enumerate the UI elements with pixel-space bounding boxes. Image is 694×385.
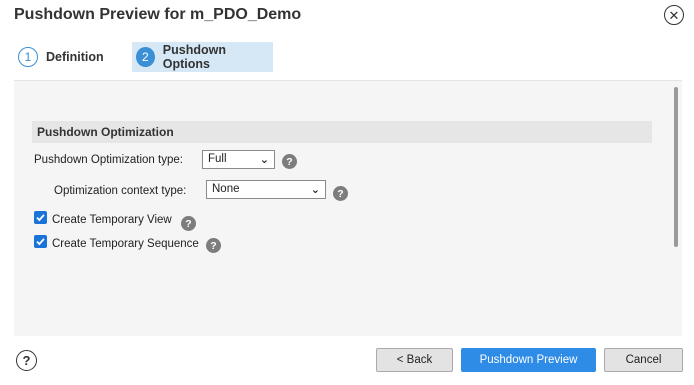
optimization-type-value: Full bbox=[208, 153, 227, 165]
create-temporary-sequence-label: Create Temporary Sequence bbox=[52, 238, 199, 250]
create-temporary-view-label: Create Temporary View bbox=[52, 214, 172, 226]
checkmark-icon bbox=[36, 238, 45, 246]
step-label-pushdown-options: Pushdown Options bbox=[162, 43, 226, 71]
help-icon-temporary-sequence[interactable]: ? bbox=[206, 238, 221, 253]
context-type-select[interactable]: None ⌄ bbox=[206, 180, 326, 199]
step-number-1: 1 bbox=[18, 47, 38, 67]
chevron-down-icon: ⌄ bbox=[310, 184, 320, 196]
close-icon[interactable]: ✕ bbox=[664, 5, 684, 25]
dialog-titlebar: Pushdown Preview for m_PDO_Demo ✕ bbox=[0, 0, 694, 32]
options-panel: Pushdown Optimization Pushdown Optimizat… bbox=[14, 80, 682, 336]
chevron-down-icon: ⌄ bbox=[259, 154, 269, 166]
create-temporary-view-checkbox[interactable] bbox=[34, 211, 47, 224]
help-icon-optimization-type[interactable]: ? bbox=[282, 154, 297, 169]
vertical-scrollbar[interactable] bbox=[674, 87, 678, 247]
section-header-pushdown-optimization: Pushdown Optimization bbox=[32, 121, 652, 143]
context-type-value: None bbox=[212, 183, 240, 195]
cancel-button[interactable]: Cancel bbox=[604, 348, 683, 372]
pushdown-preview-button[interactable]: Pushdown Preview bbox=[461, 348, 596, 372]
create-temporary-sequence-checkbox[interactable] bbox=[34, 235, 47, 248]
help-icon-context-type[interactable]: ? bbox=[333, 186, 348, 201]
back-button[interactable]: < Back bbox=[376, 348, 453, 372]
step-label-definition: Definition bbox=[46, 50, 104, 64]
dialog-title: Pushdown Preview for m_PDO_Demo bbox=[14, 6, 302, 23]
step-definition[interactable]: 1 Definition bbox=[14, 42, 108, 72]
step-pushdown-options[interactable]: 2 Pushdown Options bbox=[132, 42, 273, 72]
step-number-2: 2 bbox=[136, 47, 155, 67]
wizard-steps: 1 Definition 2 Pushdown Options bbox=[0, 32, 694, 80]
help-icon-temporary-view[interactable]: ? bbox=[181, 216, 196, 231]
help-icon[interactable]: ? bbox=[16, 350, 37, 371]
optimization-type-select[interactable]: Full ⌄ bbox=[202, 150, 275, 169]
checkmark-icon bbox=[36, 214, 45, 222]
optimization-type-label: Pushdown Optimization type: bbox=[34, 154, 183, 166]
context-type-label: Optimization context type: bbox=[54, 185, 187, 197]
